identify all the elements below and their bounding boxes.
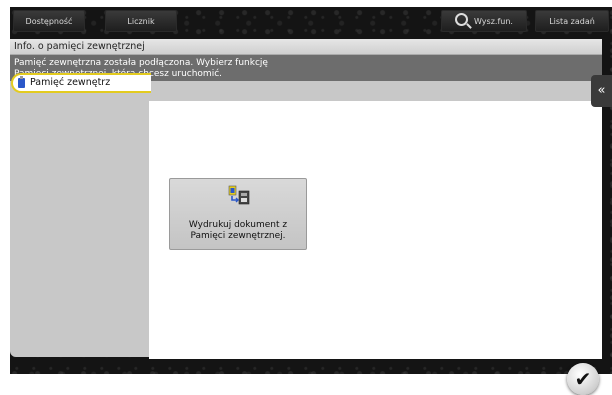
search-function-button[interactable]: Wysz.fun. bbox=[441, 10, 527, 32]
device-screen: Dostępność Licznik Wysz.fun. Lista zadań… bbox=[10, 7, 612, 374]
message-line-1: Pamięć zewnętrzna została podłączona. Wy… bbox=[14, 58, 268, 68]
print-from-memory-icon bbox=[228, 185, 250, 205]
checkmark-icon: ✔ bbox=[574, 367, 592, 391]
job-list-button[interactable]: Lista zadań bbox=[535, 10, 609, 32]
search-function-label: Wysz.fun. bbox=[474, 17, 513, 26]
double-chevron-left-icon: « bbox=[597, 83, 606, 98]
function-button-line-2: Pamięci zewnętrznej. bbox=[190, 231, 286, 241]
collapse-panel-button[interactable]: « bbox=[591, 75, 612, 107]
function-button-label: Wydrukuj dokument z Pamięci zewnętrznej. bbox=[170, 220, 306, 242]
page-title: Info. o pamięci zewnętrznej bbox=[10, 39, 602, 55]
sidebar-tab-external-memory[interactable]: Pamięć zewnętrz bbox=[11, 73, 151, 93]
search-icon bbox=[455, 13, 469, 26]
function-button-line-1: Wydrukuj dokument z bbox=[188, 220, 288, 230]
accessibility-button[interactable]: Dostępność bbox=[13, 10, 85, 32]
counter-button[interactable]: Licznik bbox=[105, 10, 177, 32]
ok-button[interactable]: ✔ bbox=[567, 363, 599, 395]
sidebar-tab-label: Pamięć zewnętrz bbox=[30, 77, 111, 88]
top-bar: Dostępność Licznik Wysz.fun. Lista zadań bbox=[10, 7, 612, 39]
print-from-external-memory-button[interactable]: Wydrukuj dokument z Pamięci zewnętrznej. bbox=[169, 178, 307, 250]
usb-memory-icon bbox=[18, 76, 25, 88]
